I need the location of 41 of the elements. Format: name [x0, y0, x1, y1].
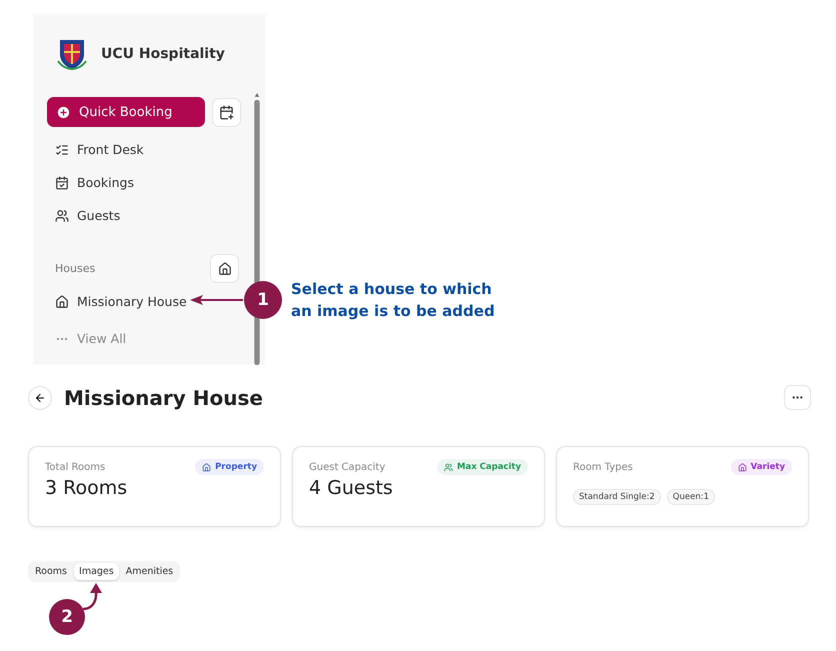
nav-item[interactable]: Guests	[47, 199, 249, 232]
callout-text: Select a house to which an image is to be added	[291, 279, 496, 322]
card-value: 4 Guests	[309, 477, 394, 499]
house-icon	[55, 294, 69, 308]
nav-item[interactable]: Front Desk	[47, 133, 249, 166]
calendar-add-button[interactable]	[212, 98, 241, 126]
users-icon	[55, 208, 69, 222]
step-number: 2	[49, 599, 85, 635]
room-type-tag: Queen:1	[666, 489, 715, 505]
card-label: Total Rooms	[45, 462, 106, 472]
back-button[interactable]	[28, 386, 52, 410]
house-button[interactable]	[210, 254, 239, 283]
step-number: 1	[244, 281, 282, 319]
card-tag: Property	[195, 459, 264, 475]
tab[interactable]: Rooms	[30, 563, 72, 580]
house-icon	[218, 262, 232, 276]
card-label: Room Types	[573, 462, 633, 472]
card-label: Guest Capacity	[309, 462, 386, 472]
card-tag: Max Capacity	[437, 459, 528, 475]
brand-name: UCU Hospitality	[101, 46, 225, 62]
tab[interactable]: Images	[74, 563, 119, 580]
users-icon	[444, 462, 453, 472]
card-tag: Variety	[730, 459, 792, 475]
section-label: Houses	[55, 262, 96, 275]
plus-icon	[56, 104, 71, 120]
crest-logo-icon	[57, 37, 87, 71]
checklist-icon	[55, 142, 69, 156]
curved-arrow	[83, 583, 105, 613]
calendar-plus-icon	[219, 104, 234, 120]
back-arrow-icon	[34, 392, 46, 404]
house-item[interactable]: Missionary House	[47, 283, 187, 320]
nav-item[interactable]: Bookings	[47, 166, 249, 199]
calendar-check-icon	[55, 176, 69, 190]
card-value: 3 Rooms	[45, 477, 128, 499]
house-icon	[738, 462, 747, 472]
quick-booking-button[interactable]: Quick Booking	[47, 97, 205, 127]
house-icon	[202, 462, 212, 472]
page-title: Missionary House	[64, 386, 264, 410]
pointer-arrow	[190, 294, 244, 306]
room-type-tag: Standard Single:2	[573, 489, 661, 505]
tab[interactable]: Amenities	[120, 563, 178, 580]
